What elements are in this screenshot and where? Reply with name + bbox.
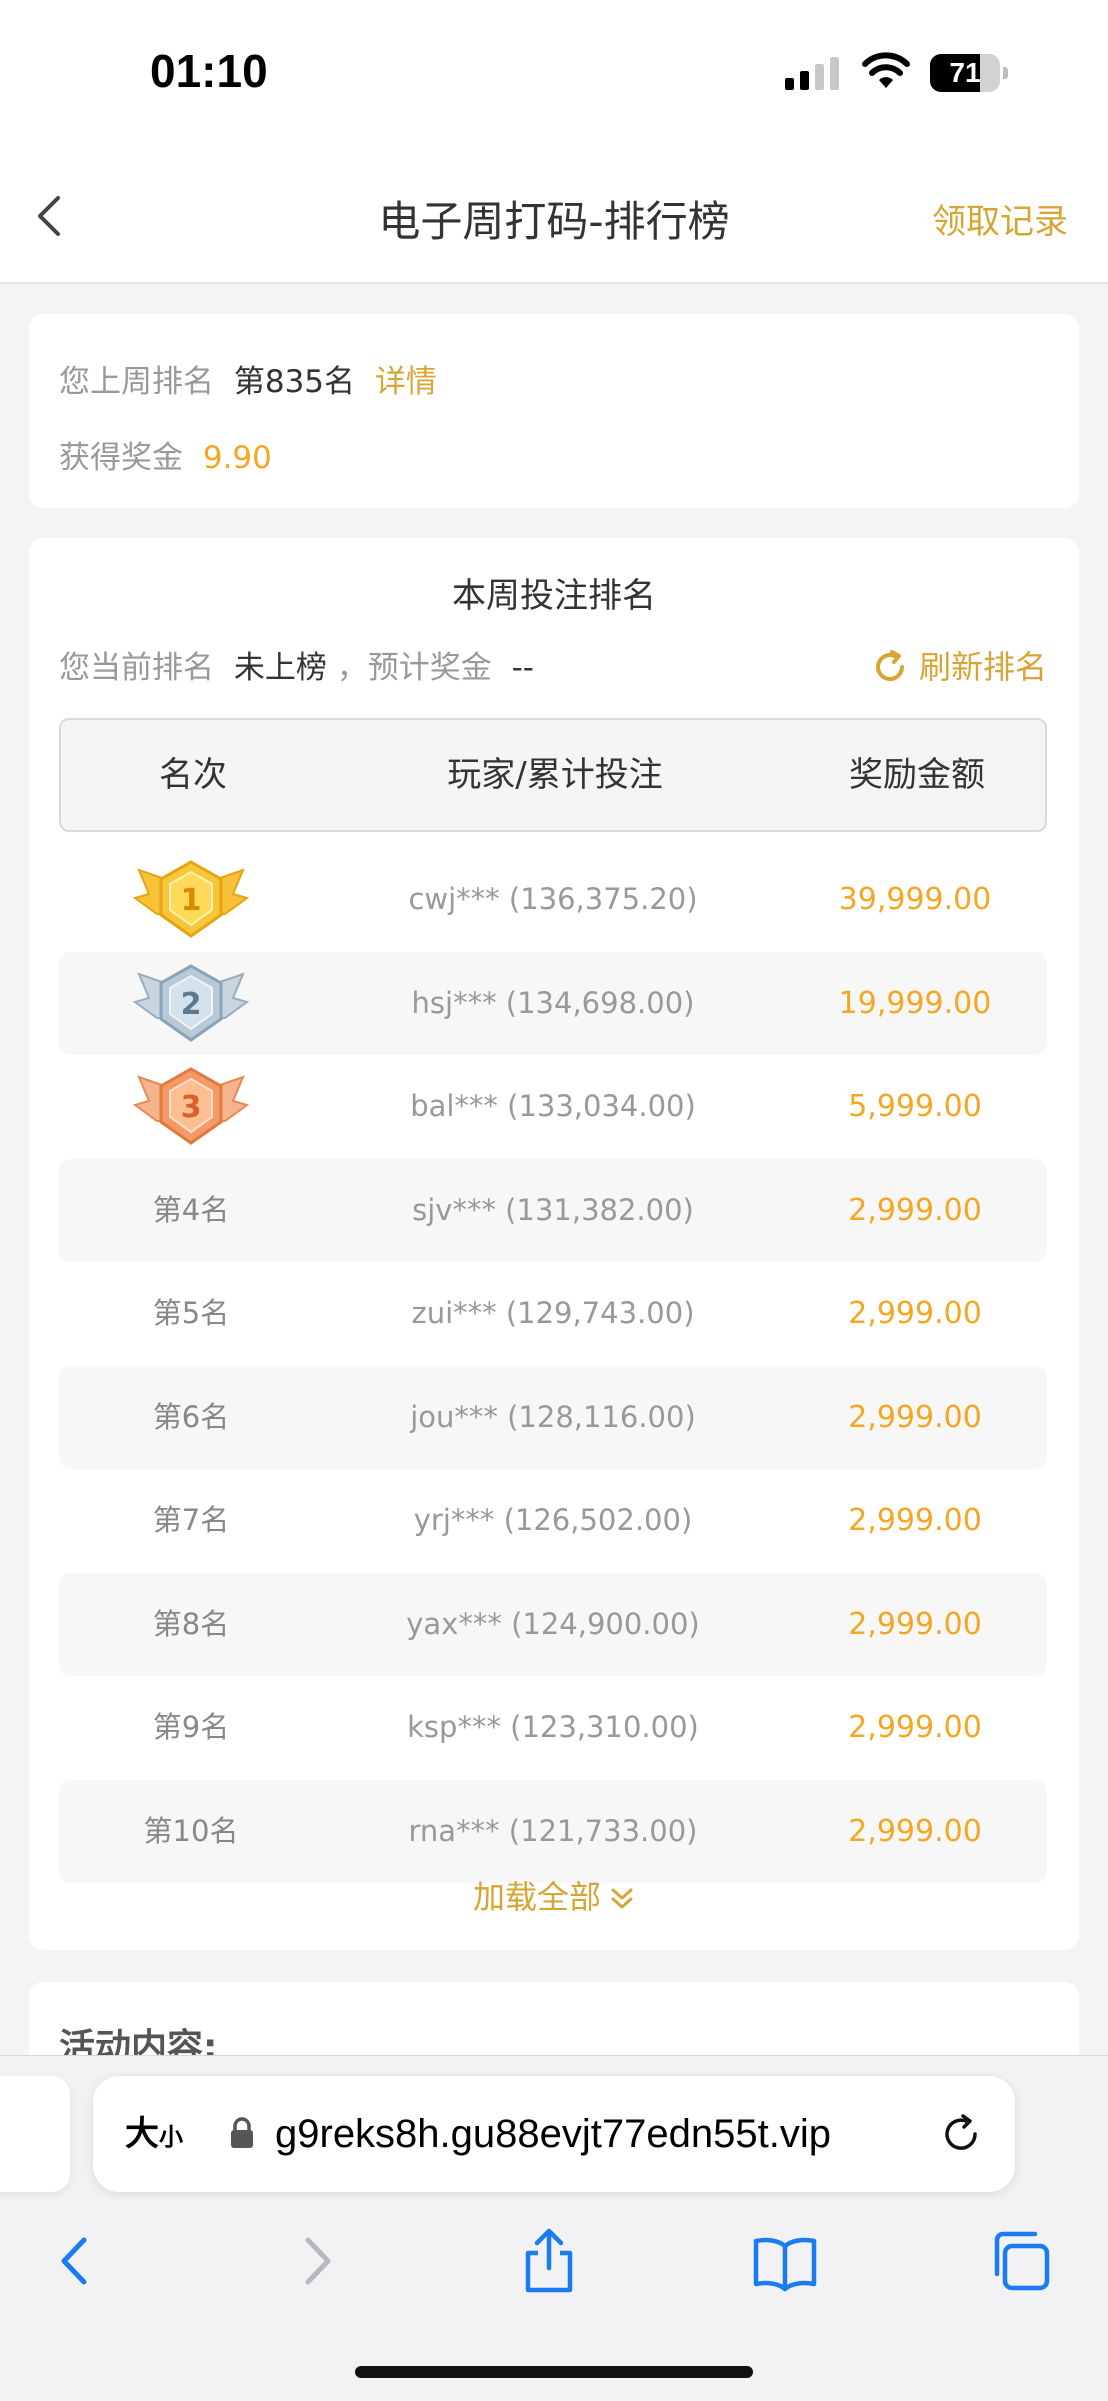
weekly-ranking-card: 本周投注排名 您当前排名 未上榜 ，预计奖金 -- 刷新排名 名次 玩家/累计投… [29, 538, 1079, 1950]
current-rank-value: 未上榜 [233, 650, 327, 686]
player-cell: bal*** (133,034.00) [410, 1089, 696, 1123]
load-all-button[interactable]: 加载全部 [29, 1872, 1079, 1918]
expected-prize-label: ，预计奖金 [336, 650, 492, 686]
ranking-title: 本周投注排名 [452, 576, 656, 616]
column-header-player: 玩家/累计投注 [447, 755, 663, 795]
rank-cell: 第10名 [143, 1813, 239, 1848]
lock-icon [231, 2117, 253, 2148]
rank-cell: 第5名 [152, 1296, 230, 1330]
column-header-rank: 名次 [159, 755, 227, 795]
reload-icon[interactable] [937, 2110, 985, 2158]
previous-tab-preview[interactable] [0, 2076, 70, 2192]
prize-label: 获得奖金 [59, 440, 183, 476]
prize-cell: 2,999.00 [848, 1296, 982, 1331]
table-row: 第6名 jou*** (128,116.00) 2,999.00 [59, 1365, 1047, 1469]
player-cell: zui*** (129,743.00) [411, 1296, 695, 1330]
player-cell: yax*** (124,900.00) [406, 1606, 700, 1641]
battery-percentage: 71 [949, 57, 981, 88]
rank-cell: 第9名 [152, 1710, 230, 1744]
player-cell: hsj*** (134,698.00) [411, 985, 695, 1020]
player-cell: ksp*** (123,310.00) [407, 1710, 699, 1744]
home-indicator [355, 2366, 753, 2378]
claim-records-link[interactable]: 领取记录 [932, 194, 1068, 243]
current-rank-label: 您当前排名 [59, 650, 214, 686]
table-row: 第8名 yax*** (124,900.00) 2,999.00 [59, 1572, 1047, 1676]
silver-medal-icon: 2 [132, 963, 250, 1042]
battery-icon: 71 [930, 54, 1008, 92]
address-bar[interactable]: 大小 g9reks8h.gu88evjt77edn55t.vip [93, 2076, 1015, 2192]
medal-number: 2 [181, 987, 202, 1022]
text-size-button[interactable]: 大小 [125, 2076, 183, 2195]
gold-medal-icon: 1 [132, 860, 250, 938]
rank-cell: 1 [59, 848, 323, 952]
cellular-signal-icon [785, 57, 839, 90]
navigation-bar: 电子周打码-排行榜 领取记录 [0, 150, 1108, 284]
player-cell: cwj*** (136,375.20) [408, 882, 698, 916]
ranking-table-header: 名次 玩家/累计投注 奖励金额 [59, 718, 1047, 832]
browser-forward-icon[interactable] [282, 2226, 352, 2296]
player-cell: yrj*** (126,502.00) [413, 1503, 693, 1537]
rank-cell: 第6名 [152, 1399, 230, 1434]
rank-cell: 2 [59, 952, 323, 1056]
refresh-label: 刷新排名 [918, 648, 1047, 686]
prize-cell: 39,999.00 [838, 882, 992, 917]
ranking-table-body: 1 cwj*** (136,375.20) 39,999.00 2 hsj***… [59, 848, 1047, 1883]
table-row: 3 bal*** (133,034.00) 5,999.00 [59, 1055, 1047, 1159]
tabs-icon[interactable] [985, 2226, 1055, 2296]
prize-cell: 2,999.00 [848, 1503, 982, 1538]
detail-link[interactable]: 详情 [375, 364, 437, 400]
rank-cell: 第8名 [152, 1606, 230, 1641]
last-week-rank-label: 您上周排名 [59, 364, 214, 400]
bronze-medal-icon: 3 [132, 1067, 250, 1145]
rank-cell: 第7名 [152, 1503, 230, 1537]
prize-value: 9.90 [202, 440, 272, 476]
table-row: 1 cwj*** (136,375.20) 39,999.00 [59, 848, 1047, 952]
prize-row: 获得奖金 9.90 [59, 432, 272, 477]
table-row: 第4名 sjv*** (131,382.00) 2,999.00 [59, 1158, 1047, 1262]
table-row: 第7名 yrj*** (126,502.00) 2,999.00 [59, 1469, 1047, 1573]
expected-prize-value: -- [511, 650, 534, 686]
bookmarks-icon[interactable] [750, 2226, 820, 2296]
double-chevron-down-icon [611, 1888, 633, 1909]
wifi-icon [862, 52, 910, 88]
status-bar: 01:10 71 [0, 0, 1108, 150]
prize-cell: 19,999.00 [838, 985, 992, 1021]
url-text: g9reks8h.gu88evjt77edn55t.vip [275, 2112, 831, 2156]
last-week-rank-value: 第835名 [233, 364, 356, 400]
prize-cell: 5,999.00 [848, 1089, 982, 1124]
player-cell: rna*** (121,733.00) [408, 1813, 698, 1848]
table-row: 2 hsj*** (134,698.00) 19,999.00 [59, 951, 1047, 1056]
prize-cell: 2,999.00 [848, 1399, 982, 1435]
player-cell: sjv*** (131,382.00) [412, 1192, 694, 1227]
table-row: 第9名 ksp*** (123,310.00) 2,999.00 [59, 1676, 1047, 1780]
medal-number: 3 [181, 1090, 202, 1125]
share-icon[interactable] [514, 2226, 584, 2296]
player-cell: jou*** (128,116.00) [410, 1399, 696, 1434]
rank-cell: 第4名 [152, 1192, 230, 1227]
last-week-card: 您上周排名 第835名 详情 获得奖金 9.90 [29, 314, 1079, 508]
medal-number: 1 [181, 883, 202, 918]
current-rank-row: 您当前排名 未上榜 ，预计奖金 -- [59, 642, 534, 687]
last-week-rank-row: 您上周排名 第835名 详情 [59, 356, 437, 401]
prize-cell: 2,999.00 [848, 1813, 982, 1849]
table-row: 第10名 rna*** (121,733.00) 2,999.00 [59, 1779, 1047, 1883]
load-all-label: 加载全部 [472, 1878, 601, 1916]
browser-toolbar: 大小 g9reks8h.gu88evjt77edn55t.vip [0, 2055, 1108, 2401]
refresh-icon [876, 650, 904, 681]
browser-back-icon[interactable] [40, 2226, 110, 2296]
rank-cell: 3 [59, 1055, 323, 1159]
status-time: 01:10 [150, 45, 268, 97]
refresh-ranking-button[interactable]: 刷新排名 [871, 642, 1047, 688]
prize-cell: 2,999.00 [848, 1192, 982, 1228]
table-row: 第5名 zui*** (129,743.00) 2,999.00 [59, 1262, 1047, 1366]
column-header-prize: 奖励金额 [849, 755, 985, 795]
prize-cell: 2,999.00 [848, 1710, 982, 1745]
prize-cell: 2,999.00 [848, 1606, 982, 1642]
